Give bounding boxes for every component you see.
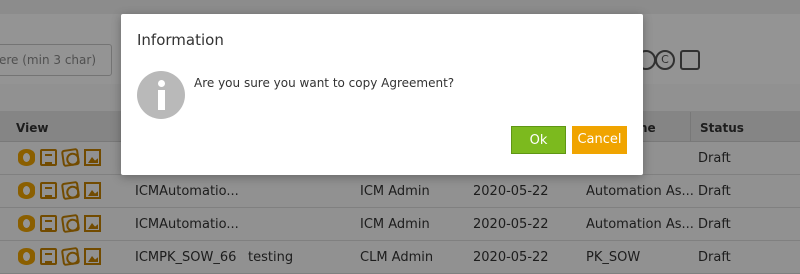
info-icon (137, 71, 185, 119)
ok-button[interactable]: Ok (511, 126, 566, 154)
confirm-dialog: Information Are you sure you want to cop… (121, 14, 643, 175)
dialog-message: Are you sure you want to copy Agreement? (194, 76, 455, 90)
dialog-title: Information (137, 31, 224, 49)
cancel-button[interactable]: Cancel (572, 126, 627, 154)
